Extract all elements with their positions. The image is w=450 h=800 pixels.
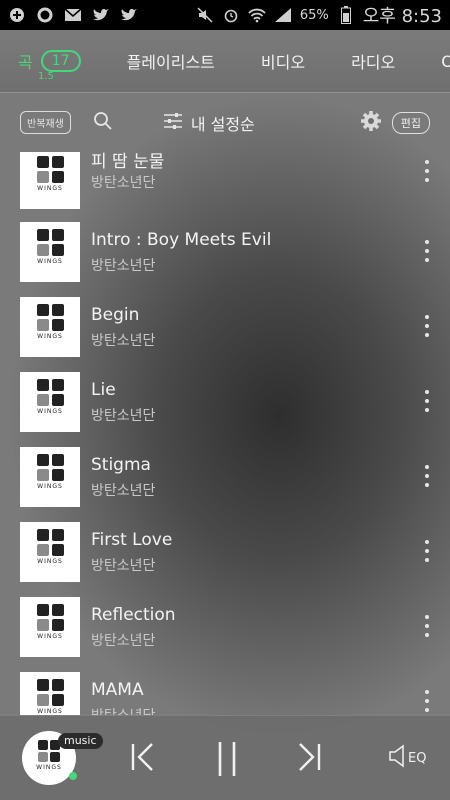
next-icon[interactable] [296,740,322,778]
clock: 오후 8:53 [362,6,442,27]
list-item[interactable]: WINGS MAMA 방탄소년단 [0,672,450,715]
tab-more-partial[interactable]: O [441,52,450,71]
pause-icon[interactable] [216,740,238,782]
album-art: WINGS [20,447,80,507]
list-item[interactable]: WINGS Begin 방탄소년단 [0,297,450,372]
mail-icon [64,6,82,24]
system-icons: 65% 오후 8:53 [196,2,442,28]
song-title: Reflection [91,605,176,625]
album-art-label: WINGS [37,333,63,340]
album-art-label: WINGS [37,258,63,265]
tab-bar: 곡 17 1.5 플레이리스트 비디오 라디오 O [0,30,450,92]
list-item[interactable]: WINGS Intro : Boy Meets Evil 방탄소년단 [0,222,450,297]
song-title: Stigma [91,455,151,475]
more-options-icon[interactable] [421,160,433,182]
list-item[interactable]: WINGS 피 땀 눈물 방탄소년단 [0,152,450,222]
album-art-label: WINGS [37,633,63,640]
more-options-icon[interactable] [421,690,433,712]
alarm-icon [222,6,240,24]
gear-icon[interactable] [360,110,382,136]
album-art: WINGS [20,297,80,357]
song-title: MAMA [91,680,144,700]
more-options-icon[interactable] [421,315,433,337]
song-title: First Love [91,530,173,550]
song-artist: 방탄소년단 [91,558,156,574]
song-artist: 방탄소년단 [91,258,156,274]
twitter-icon [92,6,110,24]
tab-songs-sub: 1.5 [38,71,54,82]
mini-player: WINGS music EQ [0,715,450,800]
album-art: WINGS [20,672,80,715]
list-item[interactable]: WINGS Reflection 방탄소년단 [0,597,450,672]
album-art: WINGS [20,222,80,282]
music-tag: music [58,733,103,749]
tab-radio[interactable]: 라디오 [351,49,395,73]
tab-playlist[interactable]: 플레이리스트 [127,49,215,73]
sort-icon [163,112,183,134]
list-item[interactable]: WINGS Stigma 방탄소년단 [0,447,450,522]
search-icon[interactable] [93,111,113,135]
album-art: WINGS [20,597,80,657]
tab-songs-label: 곡 [18,53,33,72]
more-options-icon[interactable] [421,465,433,487]
song-title: 피 땀 눈물 [91,152,165,172]
more-options-icon[interactable] [421,390,433,412]
playing-indicator [69,772,77,780]
twitter-icon [120,6,138,24]
song-artist: 방탄소년단 [91,705,155,715]
tab-songs[interactable]: 곡 17 1.5 [18,49,81,82]
ring-icon [36,6,54,24]
list-item[interactable]: WINGS First Love 방탄소년단 [0,522,450,597]
more-options-icon[interactable] [421,615,433,637]
song-title: Lie [91,380,116,400]
speaker-icon [388,744,406,772]
album-art: WINGS [20,152,80,209]
song-artist: 방탄소년단 [91,483,156,499]
more-options-icon[interactable] [421,540,433,562]
notification-icons [8,6,138,24]
song-artist: 방탄소년단 [91,408,156,424]
previous-icon[interactable] [130,740,156,778]
status-bar: 65% 오후 8:53 [0,0,450,30]
song-title: Intro : Boy Meets Evil [91,230,272,250]
list-toolbar: 반복재생 내 설정순 편집 [0,92,450,152]
song-artist: 방탄소년단 [91,633,156,649]
album-art-label: WINGS [37,483,63,490]
song-artist: 방탄소년단 [91,175,156,191]
battery-percent: 65% [299,7,329,23]
album-art-label: WINGS [37,708,63,715]
signal-icon [274,6,292,24]
repeat-button[interactable]: 반복재생 [20,111,71,134]
song-count-badge: 17 [40,50,81,72]
battery-icon [337,6,355,24]
plus-circle-icon [8,6,26,24]
album-art: WINGS [20,372,80,432]
album-art: WINGS [20,522,80,582]
tab-video[interactable]: 비디오 [261,49,305,73]
wifi-icon [248,6,266,24]
eq-button[interactable]: EQ [388,744,426,772]
list-item[interactable]: WINGS Lie 방탄소년단 [0,372,450,447]
sort-label: 내 설정순 [190,114,255,134]
sort-button[interactable]: 내 설정순 [163,111,255,135]
album-art-label: WINGS [37,408,63,415]
mute-icon [196,6,214,24]
album-art-label: WINGS [37,185,63,192]
edit-button[interactable]: 편집 [391,111,430,134]
song-title: Begin [91,305,140,325]
song-artist: 방탄소년단 [91,333,156,349]
album-art-label: WINGS [37,558,63,565]
song-list: WINGS 피 땀 눈물 방탄소년단 WINGS Intro : Boy Mee… [0,152,450,715]
now-playing-art-label: WINGS [36,764,62,771]
eq-label: EQ [408,750,427,766]
more-options-icon[interactable] [421,240,433,262]
repeat-label: 반복재생 [27,119,64,130]
